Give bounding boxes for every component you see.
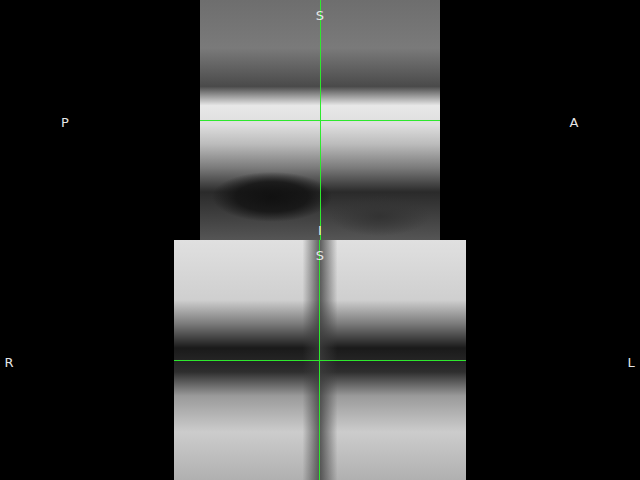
scan-image[interactable]: [174, 240, 466, 480]
crosshair-vertical[interactable]: [319, 240, 320, 480]
orientation-label: P: [61, 116, 69, 129]
scan-image[interactable]: [200, 0, 440, 240]
viewer: SIPASRL: [0, 0, 640, 480]
orientation-label: S: [316, 249, 324, 262]
orientation-label: S: [316, 9, 324, 22]
orientation-label: I: [318, 224, 322, 237]
orientation-label: A: [570, 116, 579, 129]
view-pane[interactable]: S R L: [0, 240, 640, 480]
crosshair-vertical[interactable]: [320, 0, 321, 240]
orientation-label: R: [4, 356, 13, 369]
orientation-label: L: [627, 356, 634, 369]
view-pane[interactable]: S I P A: [0, 0, 640, 240]
